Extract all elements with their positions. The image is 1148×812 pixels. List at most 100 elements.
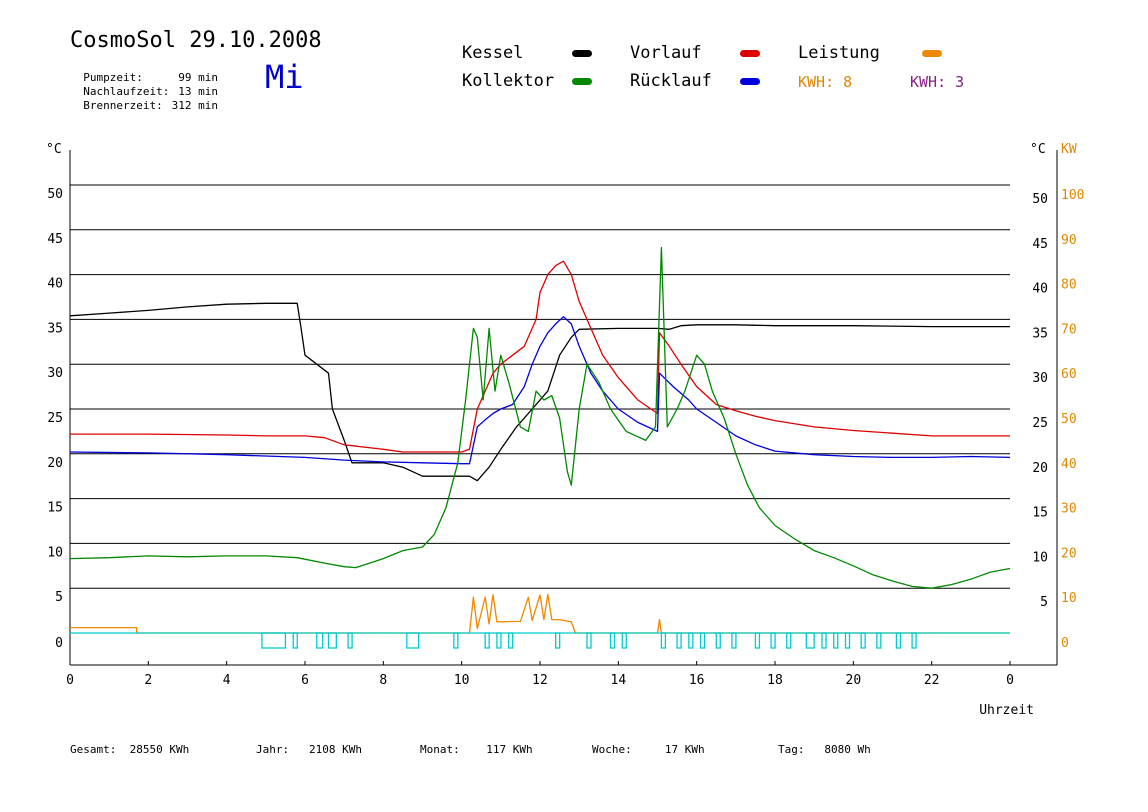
series-vorlauf-line [70,260,1010,453]
footer-value: 8080 Wh [824,743,871,756]
y-tick-label-left: 30 [47,366,63,381]
y-tick-label-left: 5 [55,590,63,605]
y-tick-label-kw: 40 [1061,457,1077,472]
y-tick-label-left: 25 [47,411,63,426]
y-tick-label-right: 15 [1032,506,1048,521]
y-tick-label-kw: 50 [1061,412,1077,427]
chart-grid [70,184,1010,589]
pump-marker [496,632,502,649]
y-tick-label-kw: 60 [1061,367,1077,382]
pump-marker [876,632,882,649]
y-tick-label-kw: 10 [1061,591,1077,606]
y-tick-label-right: 20 [1032,461,1048,476]
pump-marker [715,632,721,649]
y-tick-label-kw: 30 [1061,502,1077,517]
footer-label: Tag: [778,743,805,756]
x-tick-label: 18 [767,673,783,688]
x-tick-label: 16 [689,673,705,688]
x-tick-label: 0 [1006,673,1014,688]
x-tick-label: 2 [144,673,152,688]
footer-value: 117 KWh [486,743,533,756]
pump-marker [453,632,459,649]
y-tick-label-right: 40 [1032,282,1048,297]
chart-area: 0 2 4 6 8 10 12 14 16 18 20 22 0 0 5 10 15 20 25 30 35 40 45 50… [46,142,1084,718]
pump-marker [676,632,682,649]
y-tick-label-right: 10 [1032,550,1048,565]
y-tick-label-left: 35 [47,321,63,336]
y-tick-label-kw: 70 [1061,322,1077,337]
footer-value: 17 KWh [664,743,705,756]
pump-marker [805,632,815,649]
y-tick-label-left: 15 [47,501,63,516]
y-axis-label-left: °C [46,142,62,157]
y-tick-label-right: 35 [1032,326,1048,341]
footer-value: 28550 KWh [129,743,190,756]
pump-marker [327,632,337,649]
y-tick-label-right: 30 [1032,371,1048,386]
pump-marker [770,632,776,649]
pump-marker [844,632,851,649]
chart-labels: 0 2 4 6 8 10 12 14 16 18 20 22 0 0 5 10 15 20 25 30 35 40 45 50… [46,142,1084,718]
footer-value: 2108 KWh [309,743,362,756]
series-leistung-line [70,593,1010,634]
y-axis-label-right: °C [1030,142,1046,157]
y-tick-label-left: 40 [47,277,63,292]
pump-marker [786,632,792,649]
pump-marker [860,632,866,649]
x-tick-label: 6 [301,673,309,688]
pump-marker [555,632,561,649]
x-tick-label: 14 [611,673,627,688]
x-tick-label: 0 [66,673,74,688]
x-tick-label: 10 [454,673,470,688]
y-tick-label-kw: 90 [1061,233,1077,248]
pump-marker [754,632,761,649]
y-tick-label-left: 10 [47,545,63,560]
series-rcklauf-line [69,316,1011,465]
footer-label: Gesamt: [70,743,117,756]
pump-marker [731,632,737,649]
x-tick-label: 4 [223,673,231,688]
pump-marker [316,632,324,649]
y-tick-label-left: 45 [47,232,63,247]
footer-jahr: Jahr: 2108 KWh [256,743,362,756]
y-tick-label-right: 45 [1032,237,1048,252]
x-tick-label: 20 [846,673,862,688]
pump-marker [484,632,490,649]
pump-marker [586,632,592,649]
pump-marker [406,632,420,649]
pump-marker [621,632,627,649]
y-tick-label-right: 25 [1032,416,1048,431]
footer-label: Jahr: [256,743,290,756]
x-tick-label: 12 [532,673,548,688]
y-axis-label-kw: KW [1061,142,1077,157]
y-tick-label-right: 5 [1040,595,1048,610]
footer-tag: Tag: 8080 Wh [778,743,871,756]
footer-label: Monat: [420,743,460,756]
pump-marker [347,632,353,649]
y-tick-label-left: 20 [47,456,63,471]
y-tick-label-kw: 20 [1061,546,1077,561]
footer-label: Woche: [592,743,632,756]
pump-marker [292,632,298,649]
pump-marker [895,632,902,649]
pump-marker [508,632,514,649]
pump-marker [688,632,694,649]
pump-marker [833,632,839,649]
y-tick-label-kw: 80 [1061,278,1077,293]
pump-marker [261,632,287,649]
footer-woche: Woche: 17 KWh [592,743,705,756]
series-kollektor-line [69,247,1011,589]
y-tick-label-kw: 100 [1061,188,1084,203]
y-tick-label-left: 50 [47,187,63,202]
x-tick-label: 8 [379,673,387,688]
y-tick-label-right: 50 [1032,192,1048,207]
footer-gesamt: Gesamt: 28550 KWh [70,743,189,756]
footer-monat: Monat: 117 KWh [420,743,533,756]
pump-marker [821,632,827,649]
pump-marker [699,632,706,649]
y-tick-label-kw: 0 [1061,636,1069,651]
x-axis-label: Uhrzeit [979,703,1034,718]
pump-marker [660,632,667,649]
pump-marker [609,632,616,649]
x-tick-label: 22 [924,673,940,688]
